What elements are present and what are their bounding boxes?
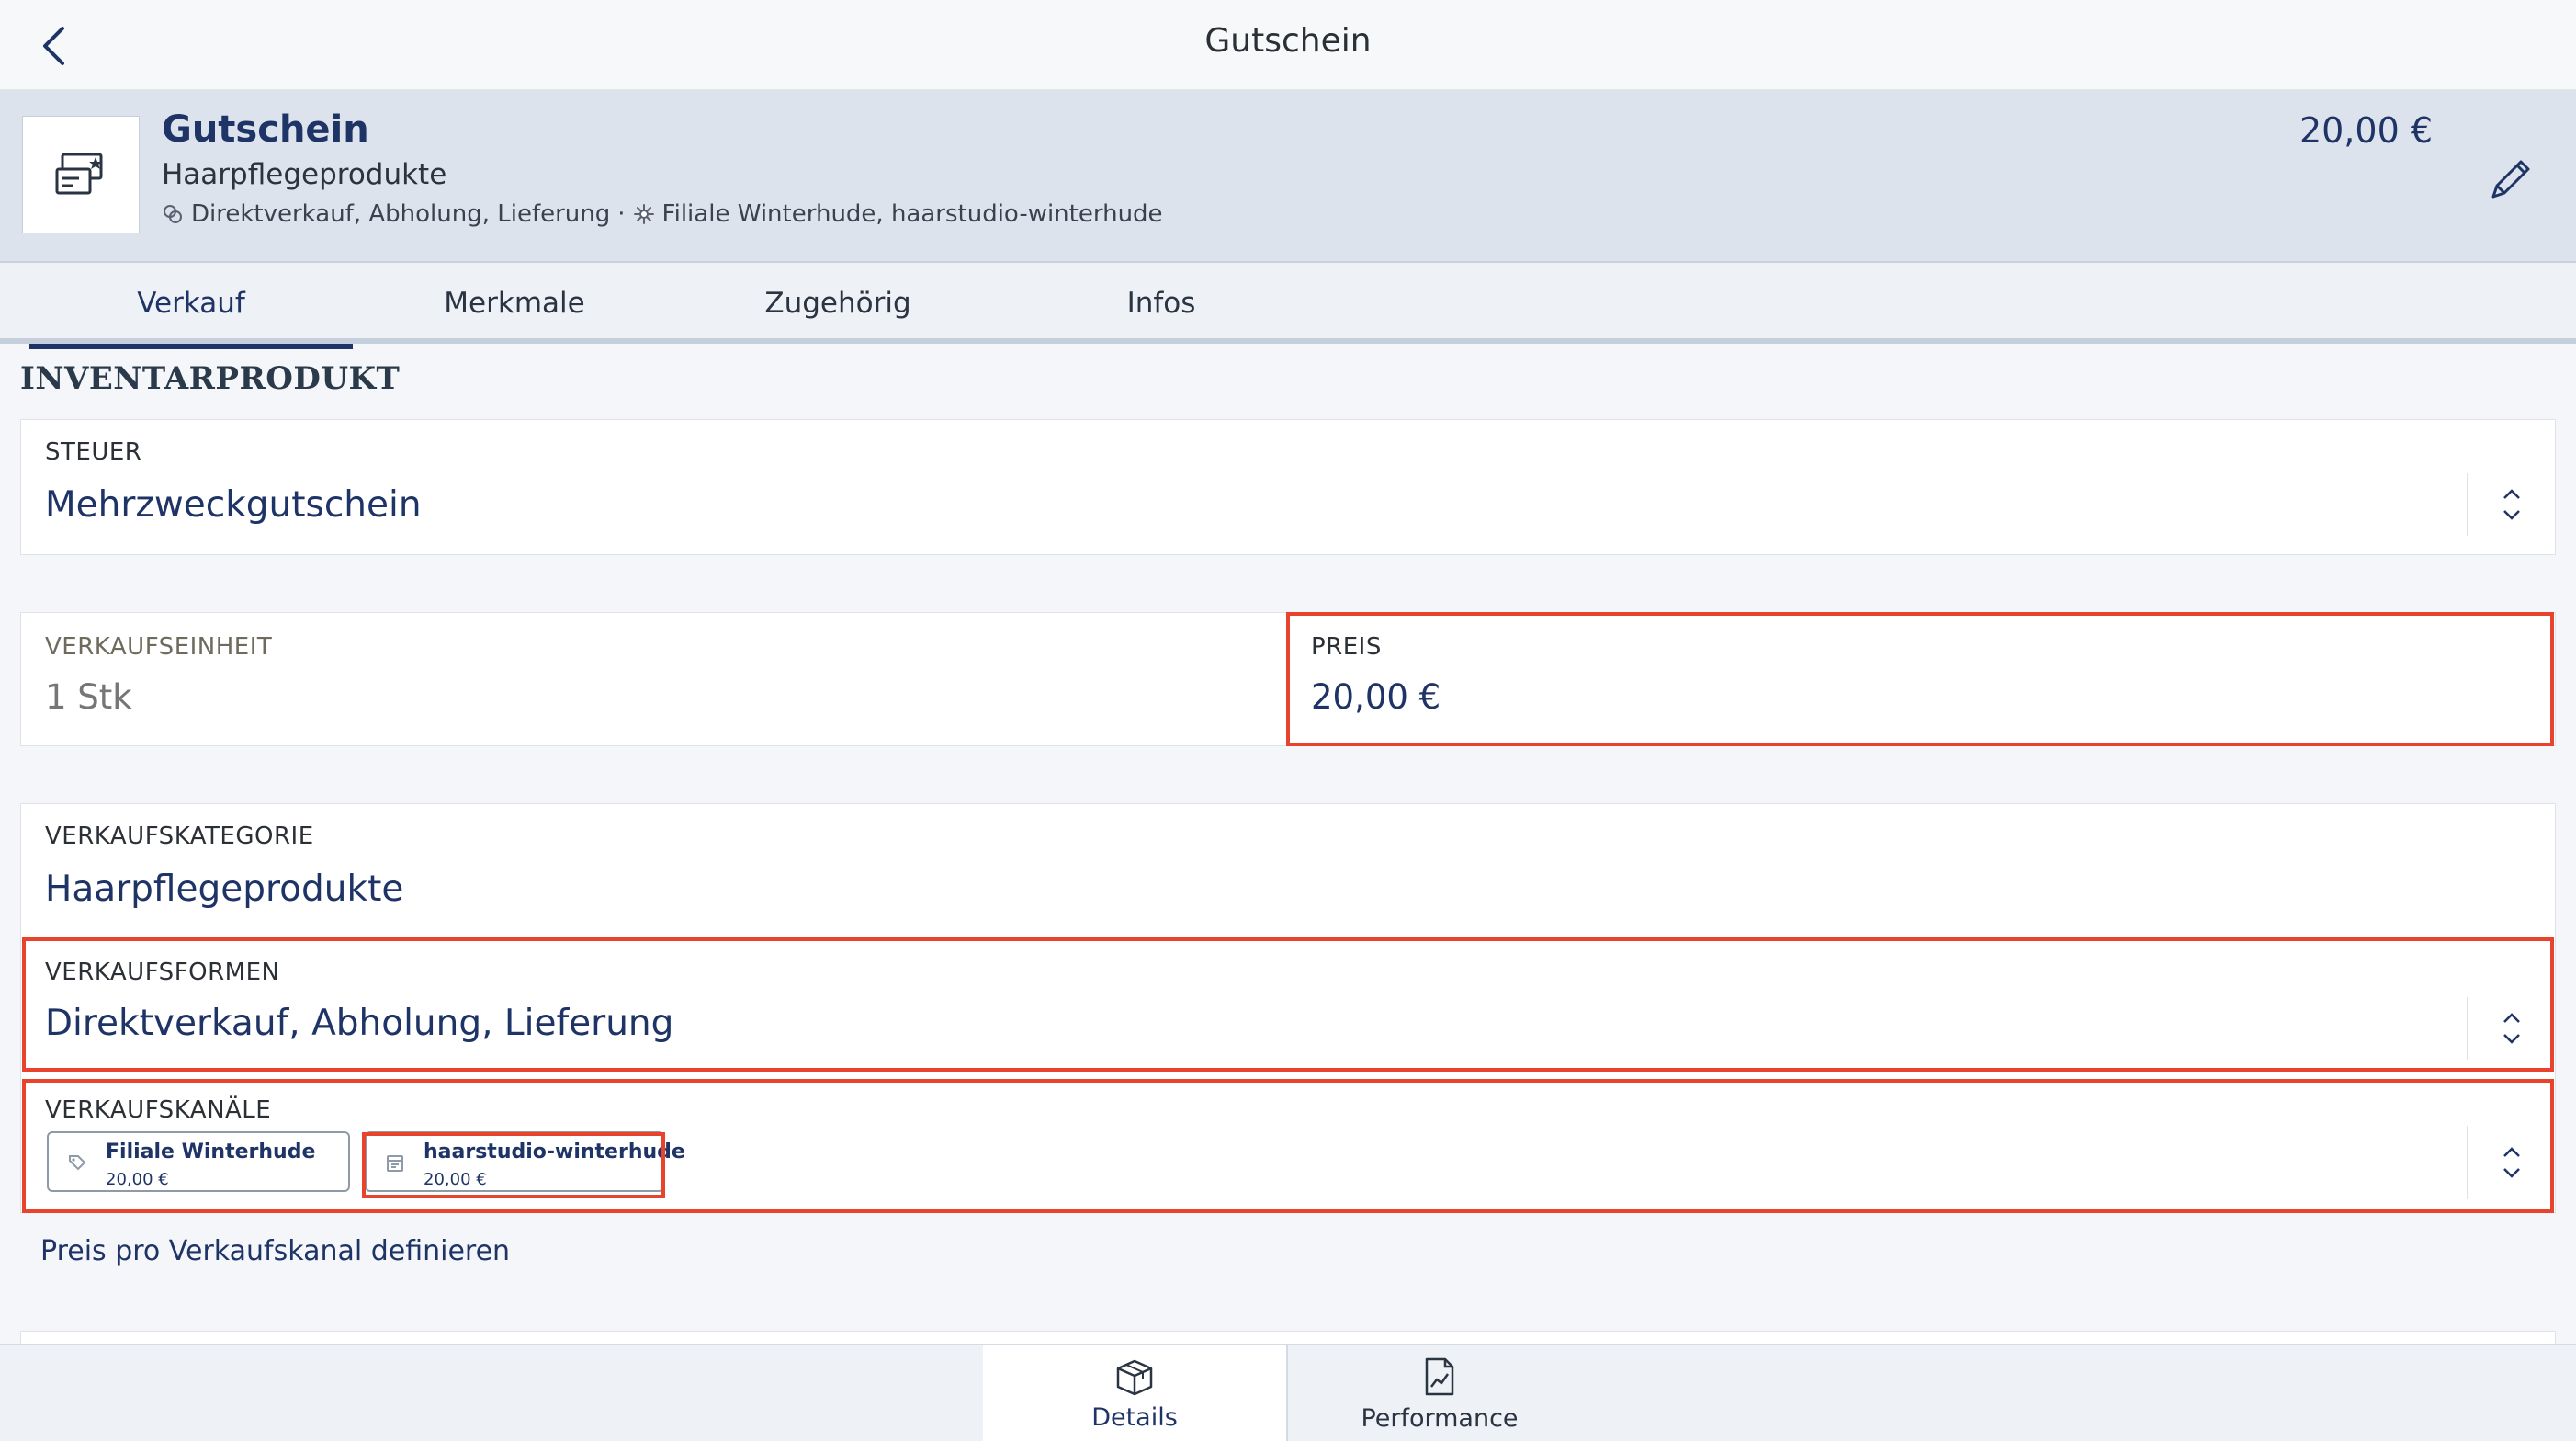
chevron-up-icon bbox=[2503, 1013, 2520, 1023]
chevron-down-icon bbox=[2503, 1168, 2520, 1178]
verkaufsformen-picker[interactable] bbox=[2467, 997, 2555, 1060]
tab-merkmale[interactable]: Merkmale bbox=[353, 263, 676, 344]
verkaufskategorie-label: VERKAUFSKATEGORIE bbox=[45, 823, 314, 850]
box-icon bbox=[1116, 1359, 1153, 1395]
channels-icon bbox=[633, 203, 655, 225]
bottom-tab-performance[interactable]: Performance bbox=[1288, 1345, 1591, 1441]
bottom-tab-label: Details bbox=[1091, 1402, 1178, 1432]
product-name: Gutschein bbox=[162, 108, 369, 151]
product-sales-forms: Direktverkauf, Abholung, Lieferung bbox=[191, 200, 611, 228]
product-category: Haarpflegeprodukte bbox=[162, 158, 447, 191]
preis-label: PREIS bbox=[1311, 633, 1382, 661]
pencil-icon bbox=[2491, 160, 2530, 199]
preis-field[interactable]: PREIS 20,00 € bbox=[1287, 613, 2557, 745]
verkaufskanaele-label: VERKAUFSKANÄLE bbox=[45, 1096, 272, 1124]
chevron-down-icon bbox=[2503, 1034, 2520, 1044]
chevron-up-icon bbox=[2503, 489, 2520, 499]
verkaufseinheit-value: 1 Stk bbox=[45, 677, 132, 717]
page-title: Gutschein bbox=[1204, 22, 1372, 60]
bottom-tab-label: Performance bbox=[1361, 1403, 1519, 1433]
tab-verkauf[interactable]: Verkauf bbox=[29, 263, 353, 349]
steuer-label: STEUER bbox=[45, 438, 142, 466]
bottom-tab-bar: Details Performance bbox=[0, 1344, 2576, 1441]
channel-chip-haarstudio[interactable]: haarstudio-winterhude 20,00 € bbox=[365, 1131, 685, 1192]
product-channels: Filiale Winterhude, haarstudio-winterhud… bbox=[661, 200, 1163, 228]
tab-bar: Verkauf Merkmale Zugehörig Infos bbox=[0, 263, 2576, 349]
verkaufsformen-field[interactable]: VERKAUFSFORMEN Direktverkauf, Abholung, … bbox=[21, 940, 2555, 1076]
verkaufskategorie-field[interactable]: VERKAUFSKATEGORIE Haarpflegeprodukte bbox=[21, 804, 2555, 940]
channel-price: 20,00 € bbox=[106, 1170, 169, 1189]
verkaufskanaele-picker[interactable] bbox=[2467, 1126, 2555, 1199]
webshop-icon bbox=[385, 1153, 405, 1177]
meta-separator: · bbox=[617, 200, 626, 228]
product-thumbnail bbox=[22, 116, 140, 233]
channel-name: haarstudio-winterhude bbox=[424, 1140, 685, 1163]
sales-card: VERKAUFSKATEGORIE Haarpflegeprodukte VER… bbox=[20, 803, 2556, 1213]
verkaufsformen-label: VERKAUFSFORMEN bbox=[45, 959, 280, 986]
bottom-tab-details[interactable]: Details bbox=[983, 1345, 1286, 1441]
store-tag-icon bbox=[67, 1153, 87, 1177]
steuer-value: Mehrzweckgutschein bbox=[45, 484, 422, 526]
steuer-picker[interactable] bbox=[2467, 473, 2555, 536]
verkaufskanaele-field: VERKAUFSKANÄLE Filiale Winterhude 20,00 … bbox=[21, 1076, 2555, 1212]
channel-name: Filiale Winterhude bbox=[106, 1140, 316, 1163]
verkaufseinheit-label: VERKAUFSEINHEIT bbox=[45, 633, 273, 661]
tab-infos[interactable]: Infos bbox=[1000, 263, 1323, 344]
define-channel-price-link[interactable]: Preis pro Verkaufskanal definieren bbox=[40, 1235, 510, 1267]
sales-forms-icon bbox=[162, 203, 184, 225]
edit-button[interactable] bbox=[2477, 147, 2543, 213]
tab-zugehoerig[interactable]: Zugehörig bbox=[676, 263, 1000, 344]
section-title: INVENTARPRODUKT bbox=[20, 360, 401, 397]
verkaufskategorie-value: Haarpflegeprodukte bbox=[45, 868, 404, 910]
channel-price: 20,00 € bbox=[424, 1170, 487, 1189]
product-header: Gutschein Haarpflegeprodukte Direktverka… bbox=[0, 90, 2576, 263]
unit-price-card: VERKAUFSEINHEIT 1 Stk PREIS 20,00 € bbox=[20, 612, 2556, 746]
verkaufsformen-value: Direktverkauf, Abholung, Lieferung bbox=[45, 1003, 674, 1044]
steuer-field[interactable]: STEUER Mehrzweckgutschein bbox=[20, 419, 2556, 555]
bottom-tab-divider bbox=[1286, 1345, 1288, 1441]
voucher-icon bbox=[55, 153, 103, 195]
top-nav-bar: Gutschein bbox=[0, 0, 2576, 90]
chevron-down-icon bbox=[2503, 510, 2520, 520]
preis-value: 20,00 € bbox=[1311, 677, 1441, 717]
chart-document-icon bbox=[1425, 1357, 1454, 1395]
page: Gutschein Gutschein Haarpflegeprodukte D… bbox=[0, 0, 2576, 1441]
product-price: 20,00 € bbox=[2299, 110, 2433, 151]
channel-chip-filiale[interactable]: Filiale Winterhude 20,00 € bbox=[47, 1131, 350, 1192]
chevron-up-icon bbox=[2503, 1147, 2520, 1157]
product-meta: Direktverkauf, Abholung, Lieferung · Fil… bbox=[162, 200, 1163, 228]
